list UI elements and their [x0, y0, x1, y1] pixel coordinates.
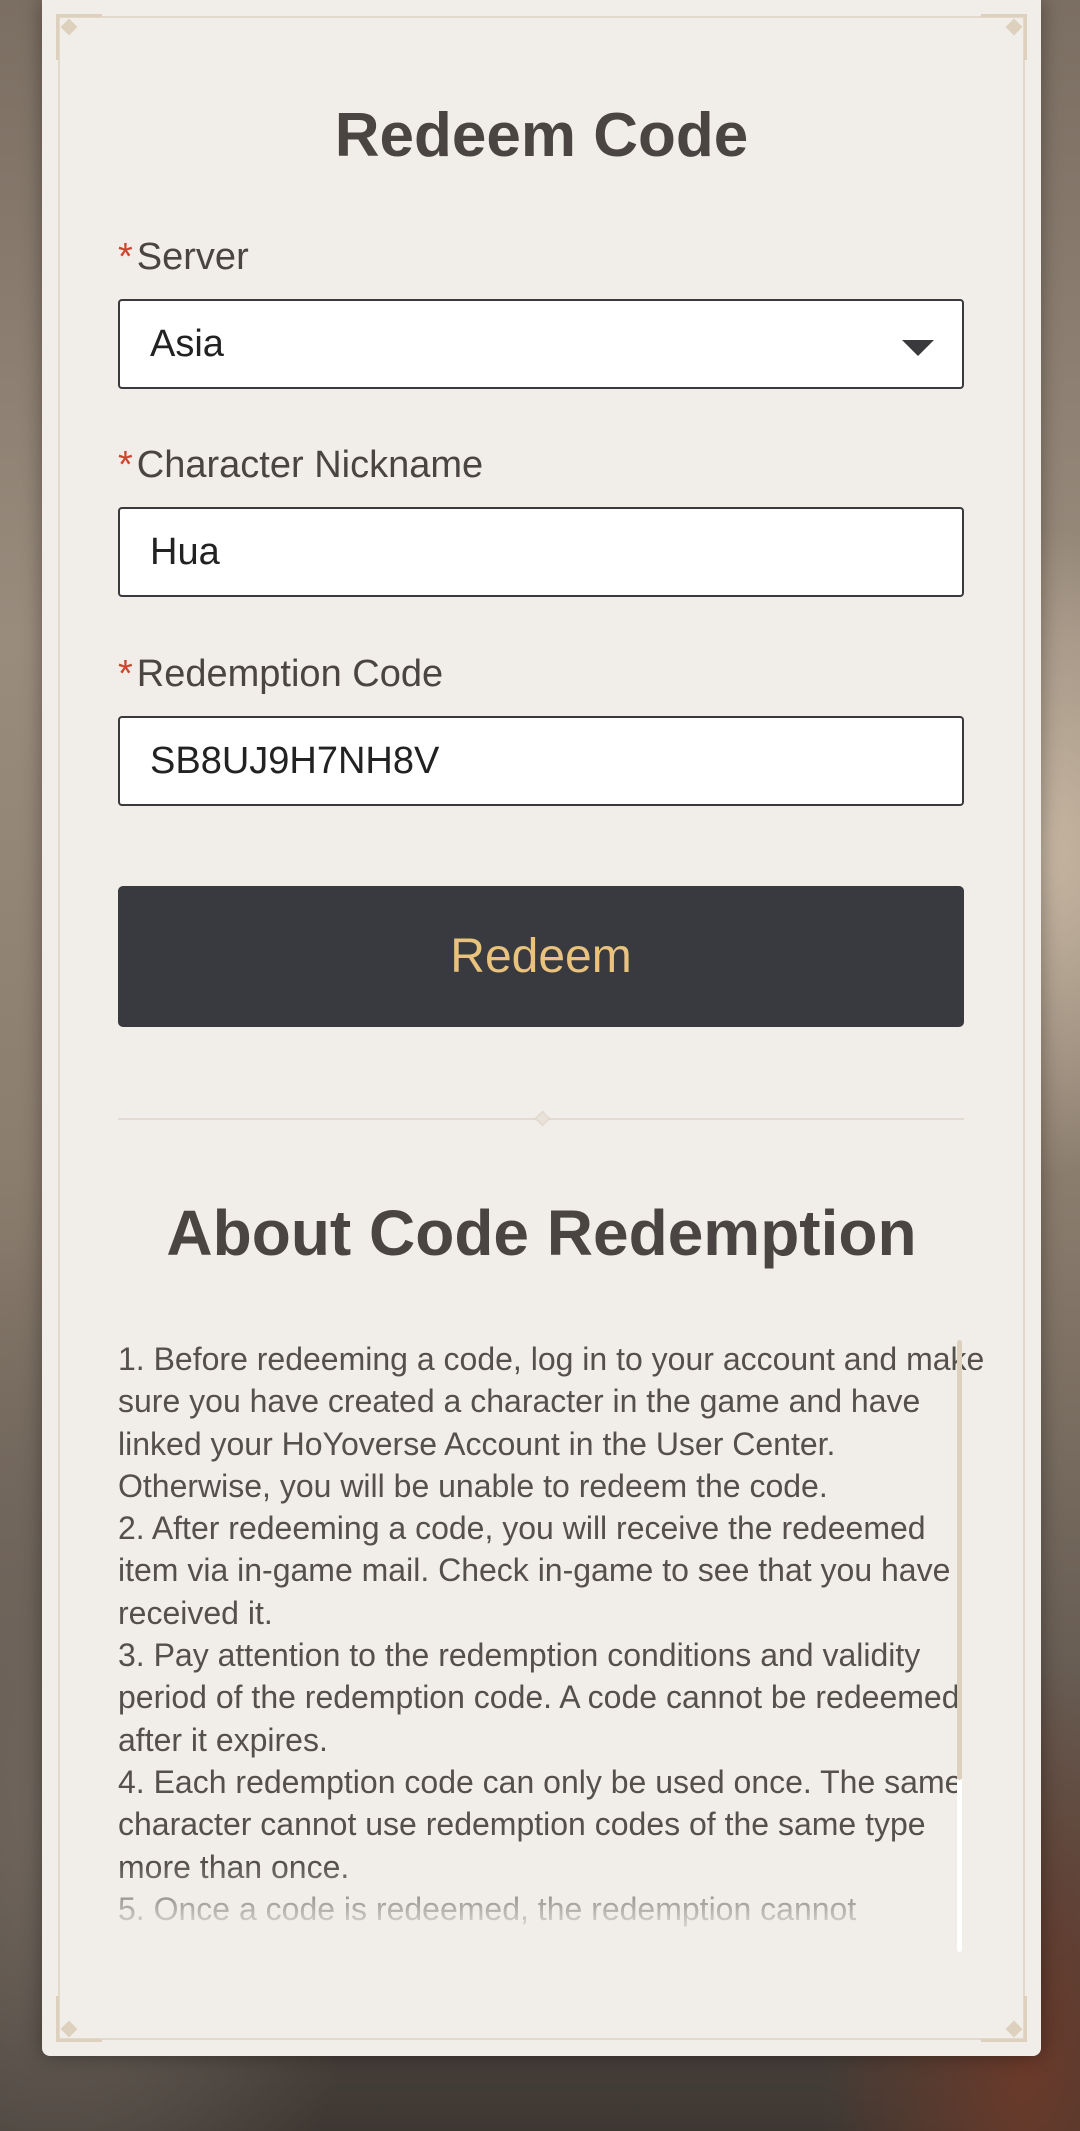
- about-title: About Code Redemption: [166, 1197, 917, 1269]
- about-item: 2. After redeeming a code, you will rece…: [118, 1510, 951, 1631]
- corner-ornament-icon: [56, 14, 102, 60]
- about-item: 1. Before redeeming a code, log in to yo…: [118, 1341, 985, 1504]
- nickname-label: * Character Nickname: [118, 444, 483, 487]
- server-label-text: Server: [136, 236, 249, 278]
- about-text-scroll-area[interactable]: 1. Before redeeming a code, log in to yo…: [118, 1338, 988, 1950]
- server-label: * Server: [118, 236, 249, 279]
- required-mark: *: [118, 236, 133, 278]
- server-select[interactable]: Asia: [118, 299, 964, 389]
- about-item: 4. Each redemption code can only be used…: [118, 1763, 963, 1885]
- nickname-label-text: Character Nickname: [136, 444, 484, 486]
- corner-ornament-icon: [56, 1996, 102, 2042]
- page-title: Redeem Code: [334, 101, 749, 170]
- corner-ornament-icon: [981, 14, 1027, 60]
- code-input-value: SB8UJ9H7NH8V: [150, 739, 440, 782]
- scrollbar-thumb[interactable]: [957, 1340, 962, 1780]
- required-mark: *: [118, 653, 133, 695]
- nickname-input-value: Hua: [150, 530, 220, 573]
- nickname-input[interactable]: Hua: [118, 507, 964, 597]
- code-label: * Redemption Code: [118, 653, 443, 696]
- about-item: 5. Once a code is redeemed, the redempti…: [118, 1890, 857, 1927]
- redeem-button[interactable]: Redeem: [118, 886, 964, 1027]
- divider-diamond-icon: [534, 1110, 551, 1127]
- code-label-text: Redemption Code: [136, 653, 444, 695]
- server-select-value: Asia: [150, 322, 224, 365]
- redeem-card: Redeem Code * Server Asia * Character Nick…: [42, 0, 1041, 2056]
- code-input[interactable]: SB8UJ9H7NH8V: [118, 716, 964, 806]
- about-item: 3. Pay attention to the redemption condi…: [118, 1637, 960, 1758]
- corner-ornament-icon: [981, 1996, 1027, 2042]
- chevron-down-icon[interactable]: [902, 340, 934, 356]
- required-mark: *: [118, 444, 133, 486]
- scrollbar-track[interactable]: [957, 1340, 962, 1952]
